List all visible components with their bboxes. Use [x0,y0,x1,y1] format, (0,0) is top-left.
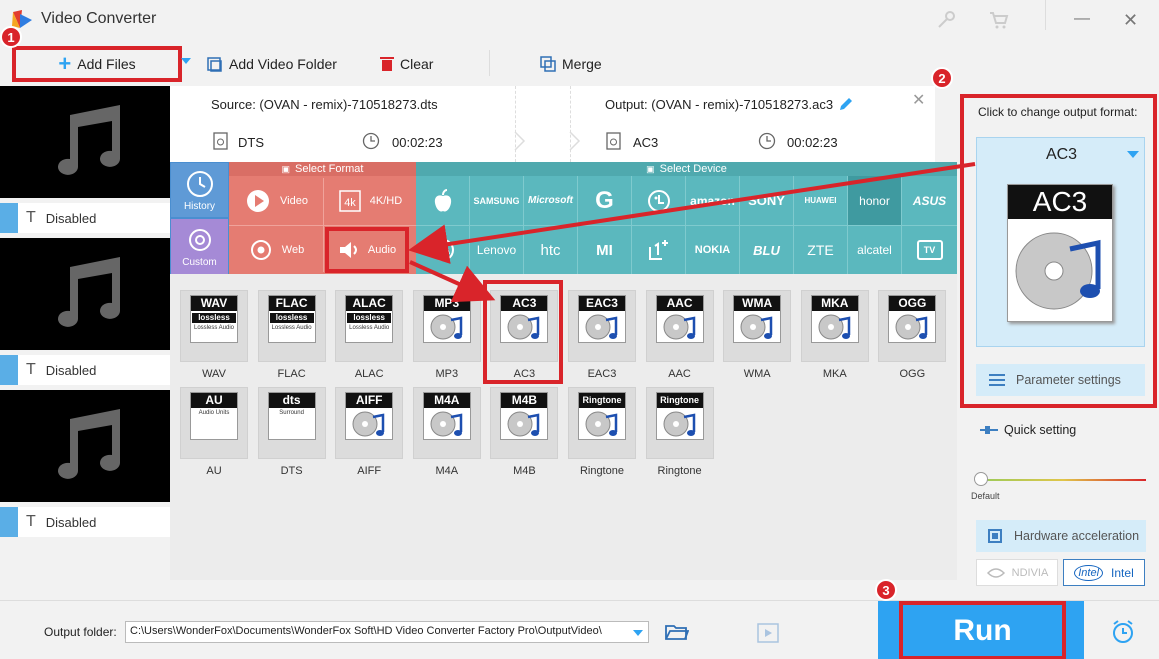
step-number-badge: 2 [931,67,953,89]
annotation-arrows [408,162,976,303]
step-number-badge: 1 [0,26,22,48]
step-number-badge: 3 [875,579,897,601]
